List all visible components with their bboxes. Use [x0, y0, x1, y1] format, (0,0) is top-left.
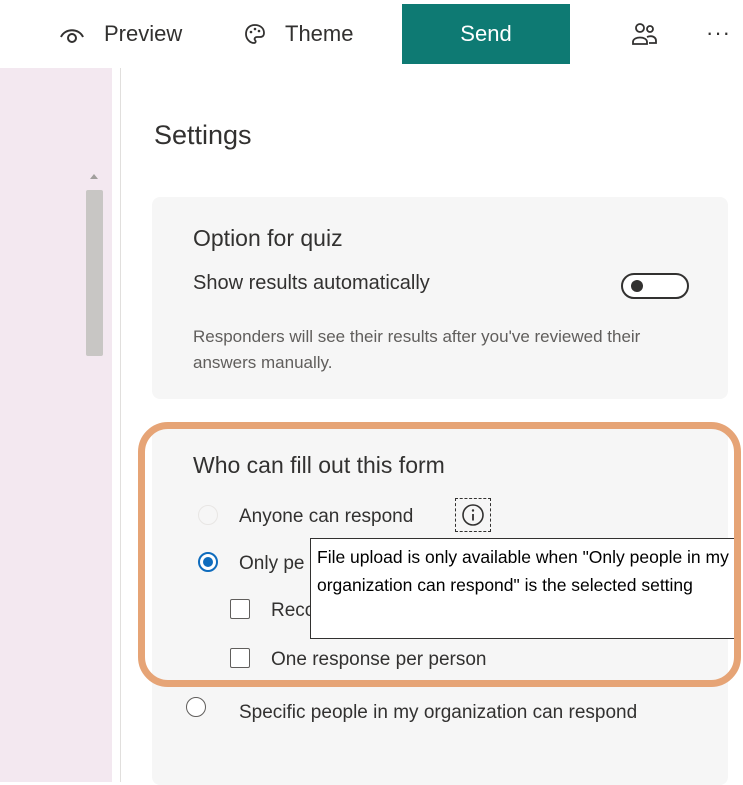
file-upload-tooltip: File upload is only available when "Only… — [310, 538, 738, 639]
radio-only-org-label: Only pe — [239, 553, 305, 574]
show-results-label: Show results automatically — [193, 272, 430, 294]
scroll-up-arrow-icon[interactable] — [90, 174, 98, 179]
radio-only-org[interactable] — [198, 552, 218, 572]
checkbox-one-response[interactable] — [230, 648, 250, 668]
show-results-toggle[interactable] — [621, 273, 689, 299]
who-can-fill-title: Who can fill out this form — [193, 452, 445, 478]
top-toolbar: Preview Theme Send ··· — [0, 0, 743, 68]
preview-label: Preview — [104, 21, 183, 46]
toggle-knob — [631, 280, 643, 292]
settings-title: Settings — [154, 120, 252, 150]
pane-divider — [120, 68, 121, 782]
radio-specific-people-label: Specific people in my organization can r… — [239, 702, 638, 723]
checkbox-record-name[interactable] — [230, 599, 250, 619]
theme-label: Theme — [285, 21, 354, 46]
eye-icon — [58, 23, 86, 45]
more-options-icon[interactable]: ··· — [706, 20, 731, 46]
people-icon[interactable] — [630, 20, 658, 53]
palette-icon — [243, 22, 267, 46]
radio-anyone-label: Anyone can respond — [239, 506, 414, 527]
info-icon[interactable] — [455, 498, 491, 532]
preview-button[interactable]: Preview — [58, 0, 182, 68]
checkbox-one-response-label: One response per person — [271, 649, 487, 670]
scrollbar-thumb[interactable] — [86, 190, 103, 356]
send-button[interactable]: Send — [402, 4, 570, 64]
quiz-options-title: Option for quiz — [193, 225, 343, 251]
checkbox-record-name-label: Reco — [271, 600, 316, 621]
quiz-hint-text: Responders will see their results after … — [193, 327, 641, 372]
radio-anyone[interactable] — [198, 505, 218, 525]
theme-button[interactable]: Theme — [243, 0, 353, 68]
radio-specific-people[interactable] — [186, 697, 206, 717]
